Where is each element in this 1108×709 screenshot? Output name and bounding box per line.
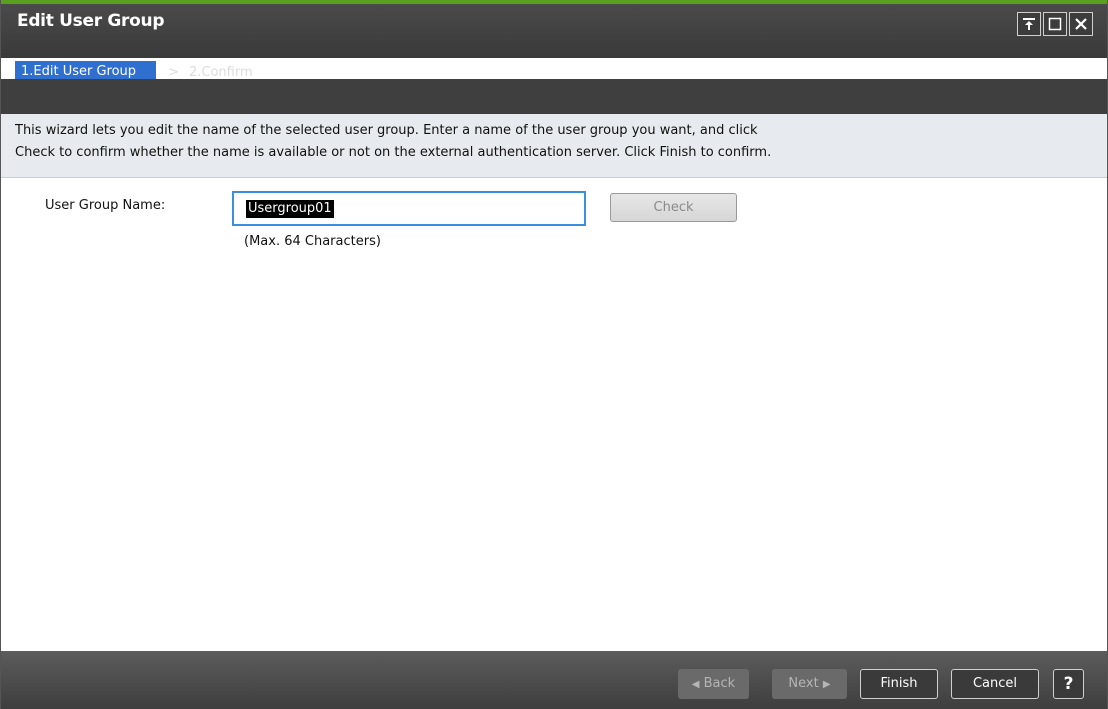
description-line-1: This wizard lets you edit the name of th… (15, 123, 758, 138)
user-group-name-input[interactable]: Usergroup01 (232, 191, 586, 226)
next-button-label: Next (788, 676, 819, 691)
help-icon[interactable]: ? (1053, 669, 1084, 699)
next-arrow-icon: ▶ (822, 679, 831, 690)
next-button[interactable]: Next ▶ (772, 669, 847, 699)
step-separator: > (168, 64, 179, 80)
user-group-name-value: Usergroup01 (246, 200, 334, 218)
close-icon[interactable] (1069, 12, 1093, 36)
check-button[interactable]: Check (610, 193, 737, 222)
description-line-2: Check to confirm whether the name is ava… (15, 145, 772, 160)
pin-icon[interactable] (1017, 12, 1041, 36)
title-bar: Edit User Group 1.Edit User Group > 2.Co… (1, 4, 1107, 83)
user-group-name-label: User Group Name: (45, 198, 166, 213)
finish-button[interactable]: Finish (860, 669, 938, 699)
edit-user-group-dialog: Edit User Group 1.Edit User Group > 2.Co… (0, 0, 1108, 709)
wizard-description: This wizard lets you edit the name of th… (1, 114, 1107, 178)
step-confirm: 2.Confirm (188, 64, 253, 80)
dialog-footer: ◀ Back Next ▶ Finish Cancel ? (1, 651, 1107, 709)
max-characters-hint: (Max. 64 Characters) (244, 234, 381, 249)
cancel-button[interactable]: Cancel (951, 669, 1039, 699)
dialog-title: Edit User Group (17, 11, 165, 31)
maximize-icon[interactable] (1043, 12, 1067, 36)
back-button-label: Back (703, 676, 736, 691)
back-arrow-icon: ◀ (691, 679, 700, 690)
window-controls (1017, 12, 1093, 36)
header-subbar (1, 79, 1107, 114)
back-button[interactable]: ◀ Back (678, 669, 749, 699)
